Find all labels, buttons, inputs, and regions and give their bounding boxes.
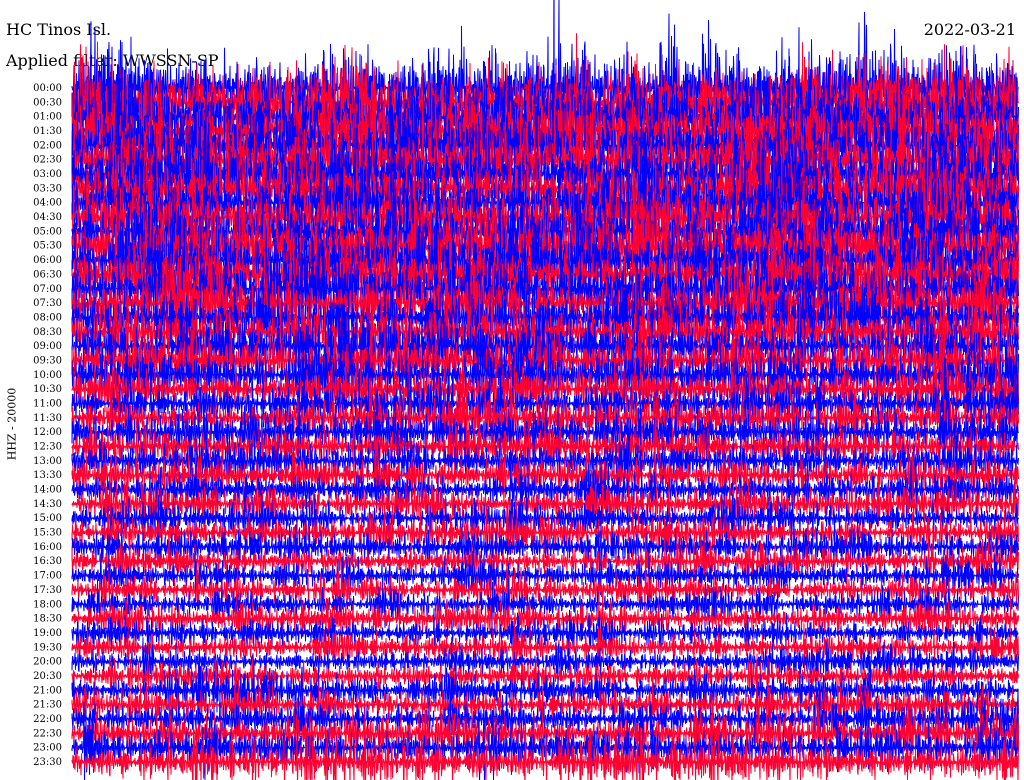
row-time-label: 14:00 [33,485,62,496]
row-time-label: 09:30 [33,355,62,366]
row-time-label: 04:00 [33,198,62,209]
row-time-label: 21:00 [33,685,62,696]
row-time-label: 17:00 [33,571,62,582]
row-time-label: 01:00 [33,112,62,123]
row-time-label: 20:30 [33,671,62,682]
row-time-label: 13:30 [33,470,62,481]
row-time-label: 06:30 [33,269,62,280]
row-time-label: 18:00 [33,599,62,610]
row-time-label: 00:30 [33,97,62,108]
row-time-label: 06:00 [33,255,62,266]
row-time-label: 15:30 [33,528,62,539]
row-time-label: 04:30 [33,212,62,223]
row-time-label: 05:30 [33,241,62,252]
row-time-label: 22:00 [33,714,62,725]
row-time-label: 02:00 [33,140,62,151]
row-time-label: 15:00 [33,513,62,524]
row-time-label: 03:00 [33,169,62,180]
row-time-label: 19:30 [33,642,62,653]
row-time-label: 11:00 [33,398,62,409]
row-time-label: 23:00 [33,743,62,754]
row-time-label: 11:30 [33,413,62,424]
row-time-label: 08:00 [33,312,62,323]
row-time-label: 01:30 [33,126,62,137]
row-time-label: 05:00 [33,226,62,237]
row-time-label: 07:30 [33,298,62,309]
row-time-label: 12:00 [33,427,62,438]
row-time-label: 20:00 [33,657,62,668]
row-time-label: 07:00 [33,284,62,295]
row-time-label: 00:00 [33,83,62,94]
row-time-label: 02:30 [33,155,62,166]
row-time-label: 16:00 [33,542,62,553]
trace-group [71,0,1019,780]
row-label-group: 00:00 00:30 01:00 01:30 02:00 02:30 03:00 03:30… [33,83,62,768]
row-time-label: 19:00 [33,628,62,639]
row-time-label: 10:00 [33,370,62,381]
row-time-label: 23:30 [33,757,62,768]
row-time-label: 03:30 [33,183,62,194]
row-time-label: 08:30 [33,327,62,338]
row-time-label: 17:30 [33,585,62,596]
row-time-label: 13:00 [33,456,62,467]
row-time-label: 09:00 [33,341,62,352]
row-time-label: 16:30 [33,556,62,567]
row-time-label: 22:30 [33,728,62,739]
row-time-label: 21:30 [33,700,62,711]
seismogram-chart: 00:00 00:30 01:00 01:30 02:00 02:30 03:00 03:30… [33,0,1019,780]
row-time-label: 18:30 [33,614,62,625]
row-time-label: 14:30 [33,499,62,510]
row-time-label: 10:30 [33,384,62,395]
row-time-label: 12:30 [33,442,62,453]
